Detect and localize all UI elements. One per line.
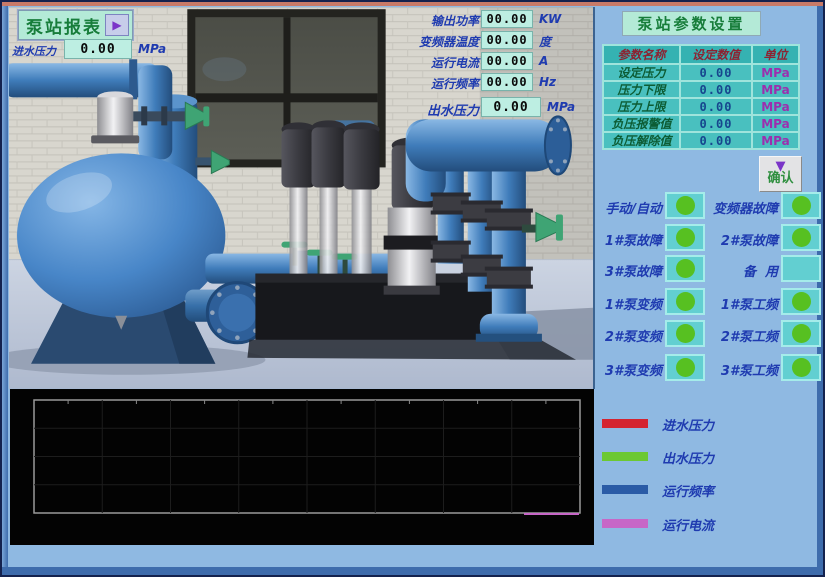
indicator-pump2-fault: [781, 224, 821, 251]
indicator-lamp: [792, 324, 811, 343]
indicator-pump3-fault: [665, 255, 705, 282]
indicator-lamp: [792, 292, 811, 311]
pressure-tank: [17, 153, 225, 363]
current-trace-line: [524, 513, 579, 515]
indicator-lamp: [792, 358, 811, 377]
legend-label-run-current: 运行电流: [662, 515, 714, 534]
inverter-temp-value: 00.00: [481, 31, 533, 49]
param-row-unit: MPa: [752, 98, 799, 115]
run-current-label: 运行电流: [414, 54, 479, 71]
indicator-label-pump1-fault: 1#泵故障: [594, 230, 662, 249]
param-row-name: 负压解除值: [603, 132, 680, 149]
frame-top: [2, 2, 823, 6]
report-button-label: 泵站报表: [26, 13, 102, 38]
parameter-table: 参数名称 设定数值 单位 设定压力 0.00 MPa 压力下限 0.00 MPa…: [602, 44, 800, 150]
indicator-lamp: [792, 228, 811, 247]
indicator-pump1-vfd: [665, 288, 705, 315]
indicator-label-manual-auto: 手动/自动: [594, 198, 662, 217]
legend-swatch-outlet-pressure: [602, 452, 648, 461]
air-release-cylinder: [91, 91, 139, 143]
report-open-button[interactable]: ▶: [105, 14, 129, 36]
param-row-unit: MPa: [752, 115, 799, 132]
param-row-unit: MPa: [752, 132, 799, 149]
param-row-name: 压力上限: [603, 98, 680, 115]
run-current-value: 00.00: [481, 52, 533, 70]
legend-swatch-run-frequency: [602, 485, 648, 494]
param-row-value[interactable]: 0.00: [680, 115, 752, 132]
indicator-lamp: [676, 259, 695, 278]
outlet-pressure-label: 出水压力: [416, 100, 479, 119]
indicator-lamp: [676, 324, 695, 343]
indicator-lamp: [676, 196, 695, 215]
trend-chart-grid: [10, 389, 594, 545]
indicator-vfd-fault: [781, 192, 821, 219]
indicator-pump3-mains: [781, 354, 821, 381]
indicator-lamp: [792, 196, 811, 215]
frame-left: [2, 6, 8, 567]
indicator-pump2-mains: [781, 320, 821, 347]
param-row-value[interactable]: 0.00: [680, 64, 752, 81]
output-power-unit: KW: [539, 12, 561, 26]
indicator-label-vfd-fault: 变频器故障: [706, 198, 778, 217]
indicator-label-pump2-vfd: 2#泵变频: [594, 326, 662, 345]
param-row-unit: MPa: [752, 64, 799, 81]
run-current-unit: A: [539, 54, 548, 68]
legend-label-run-frequency: 运行频率: [662, 481, 714, 500]
indicator-lamp: [676, 358, 695, 377]
hmi-screen: 泵站报表 ▶ 进水压力 0.00 MPa 输出功率 00.00 KW 变频器温度…: [0, 0, 825, 577]
outlet-pressure-value: 0.00: [481, 97, 541, 117]
output-power-label: 输出功率: [414, 12, 479, 29]
indicator-lamp: [676, 292, 695, 311]
indicator-label-pump2-mains: 2#泵工频: [706, 326, 778, 345]
legend-swatch-run-current: [602, 519, 648, 528]
report-button[interactable]: 泵站报表 ▶: [18, 10, 133, 40]
outlet-pressure-unit: MPa: [547, 100, 575, 114]
param-row-value[interactable]: 0.00: [680, 81, 752, 98]
indicator-pump2-vfd: [665, 320, 705, 347]
param-row-name: 压力下限: [603, 81, 680, 98]
play-icon: ▶: [112, 18, 121, 32]
frame-bottom: [2, 567, 823, 575]
confirm-button-label: 确认: [767, 172, 793, 186]
indicator-label-spare: 备 用: [706, 261, 778, 280]
run-frequency-value: 00.00: [481, 73, 533, 91]
indicator-label-pump2-fault: 2#泵故障: [706, 230, 778, 249]
indicator-manual-auto: [665, 192, 705, 219]
param-table-header-unit: 单位: [752, 45, 799, 64]
param-table-header-name: 参数名称: [603, 45, 680, 64]
param-row-value[interactable]: 0.00: [680, 132, 752, 149]
indicator-pump1-fault: [665, 224, 705, 251]
param-row-name: 负压报警值: [603, 115, 680, 132]
legend-swatch-inlet-pressure: [602, 419, 648, 428]
indicator-pump1-mains: [781, 288, 821, 315]
inlet-pressure-value: 0.00: [64, 39, 132, 59]
indicator-label-pump1-mains: 1#泵工频: [706, 294, 778, 313]
trend-chart: [10, 389, 594, 545]
legend-label-outlet-pressure: 出水压力: [662, 448, 714, 467]
run-frequency-label: 运行频率: [414, 75, 479, 92]
indicator-spare: [781, 255, 821, 282]
indicator-pump3-vfd: [665, 354, 705, 381]
legend-label-inlet-pressure: 进水压力: [662, 415, 714, 434]
param-row-unit: MPa: [752, 81, 799, 98]
output-power-value: 00.00: [481, 10, 533, 28]
run-frequency-unit: Hz: [539, 75, 556, 89]
inverter-temp-label: 变频器温度: [414, 33, 479, 50]
frame-right: [817, 6, 823, 567]
inverter-temp-unit: 度: [539, 33, 551, 50]
settings-panel-title: 泵站参数设置: [622, 11, 761, 36]
indicator-label-pump3-fault: 3#泵故障: [594, 261, 662, 280]
inlet-pressure-unit: MPa: [138, 42, 166, 56]
indicator-lamp: [676, 228, 695, 247]
param-table-header-value: 设定数值: [680, 45, 752, 64]
param-row-value[interactable]: 0.00: [680, 98, 752, 115]
indicator-label-pump1-vfd: 1#泵变频: [594, 294, 662, 313]
param-row-name: 设定压力: [603, 64, 680, 81]
confirm-button[interactable]: ▼ 确认: [759, 156, 802, 192]
indicator-label-pump3-vfd: 3#泵变频: [594, 360, 662, 379]
inlet-pressure-label: 进水压力: [12, 43, 56, 59]
indicator-label-pump3-mains: 3#泵工频: [706, 360, 778, 379]
